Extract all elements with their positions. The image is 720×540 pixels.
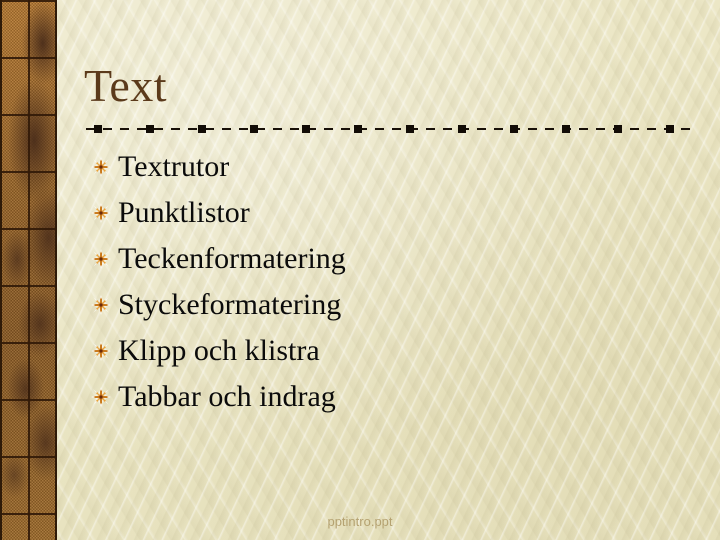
- slide-title: Text: [84, 60, 168, 111]
- list-item: Punktlistor: [90, 190, 690, 236]
- divider-square-marker: [406, 125, 414, 133]
- divider-square-marker: [666, 125, 674, 133]
- bullet-list: Textrutor Punktlistor Teckenformatering …: [90, 144, 690, 420]
- decorative-left-border-texture: [0, 0, 57, 540]
- list-item-label: Punktlistor: [118, 196, 250, 229]
- list-item: Klipp och klistra: [90, 328, 690, 374]
- star-burst-bullet-icon: [90, 386, 112, 408]
- list-item: Textrutor: [90, 144, 690, 190]
- divider-square-marker: [458, 125, 466, 133]
- divider-square-marker: [94, 125, 102, 133]
- list-item: Styckeformatering: [90, 282, 690, 328]
- star-burst-bullet-icon: [90, 156, 112, 178]
- dashed-divider: [86, 123, 696, 135]
- divider-square-marker: [562, 125, 570, 133]
- divider-square-marker: [250, 125, 258, 133]
- list-item-label: Tabbar och indrag: [118, 380, 336, 413]
- list-item-label: Textrutor: [118, 150, 230, 183]
- divider-square-marker: [354, 125, 362, 133]
- star-burst-bullet-icon: [90, 294, 112, 316]
- slide-footer: pptintro.ppt: [327, 514, 393, 529]
- star-burst-bullet-icon: [90, 248, 112, 270]
- star-burst-bullet-icon: [90, 340, 112, 362]
- list-item-label: Klipp och klistra: [118, 334, 320, 367]
- divider-square-marker: [510, 125, 518, 133]
- list-item: Teckenformatering: [90, 236, 690, 282]
- divider-square-marker: [614, 125, 622, 133]
- divider-square-marker: [146, 125, 154, 133]
- divider-square-marker: [302, 125, 310, 133]
- divider-dashed-line: [86, 128, 696, 130]
- list-item-label: Teckenformatering: [118, 242, 346, 275]
- list-item-label: Styckeformatering: [118, 288, 342, 321]
- star-burst-bullet-icon: [90, 202, 112, 224]
- divider-square-marker: [198, 125, 206, 133]
- list-item: Tabbar och indrag: [90, 374, 690, 420]
- presentation-slide: Text Textrutor Punktlistor Teckenformate…: [0, 0, 720, 540]
